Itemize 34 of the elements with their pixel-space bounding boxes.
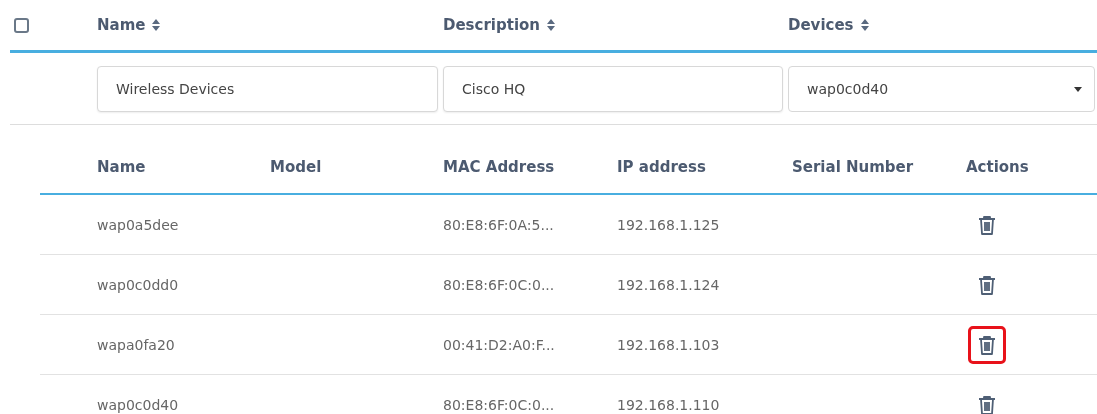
description-field[interactable]: Cisco HQ [443, 66, 783, 112]
column-header: IP address [617, 158, 707, 176]
name-field[interactable]: Wireless Devices [97, 66, 438, 112]
table-cell-text: 80:E8:6F:0A:5... [443, 216, 555, 233]
delete-button[interactable] [968, 325, 1006, 364]
column-header[interactable]: Name [97, 16, 146, 34]
column-header[interactable]: Description [443, 16, 541, 34]
table-cell-text: 80:E8:6F:0C:0... [443, 276, 556, 293]
column-header: MAC Address [443, 158, 556, 176]
select-all-checkbox[interactable] [14, 17, 29, 33]
table-cell-text: 00:41:D2:A0:F... [443, 336, 556, 353]
column-header[interactable]: Devices [788, 16, 854, 34]
column-header: Actions [966, 158, 1030, 176]
table-cell-text: 192.168.1.103 [617, 336, 721, 353]
sort-icon[interactable] [546, 18, 557, 32]
table-cell-text: 192.168.1.110 [617, 396, 721, 413]
table-cell-text: 192.168.1.124 [617, 276, 721, 293]
column-header: Name [97, 158, 147, 176]
sort-icon[interactable] [859, 18, 870, 32]
sort-icon[interactable] [151, 18, 162, 32]
caret-icon [1074, 86, 1082, 92]
column-header: Serial Number [792, 158, 915, 176]
devices-dropdown[interactable]: wap0c0d40 [788, 66, 1095, 112]
trash-icon [976, 273, 998, 296]
table-cell-text: 80:E8:6F:0C:0... [443, 396, 556, 413]
table-cell-text: wap0a5dee [97, 216, 180, 233]
table-cell-text: wap0c0dd0 [97, 276, 180, 293]
trash-icon [976, 333, 998, 356]
column-header: Model [270, 158, 323, 176]
trash-icon [976, 213, 998, 236]
trash-icon [976, 393, 998, 414]
table-cell-text: wap0c0d40 [97, 396, 180, 413]
table-cell-text: wapa0fa20 [97, 336, 176, 353]
table-cell-text: 192.168.1.125 [617, 216, 721, 233]
